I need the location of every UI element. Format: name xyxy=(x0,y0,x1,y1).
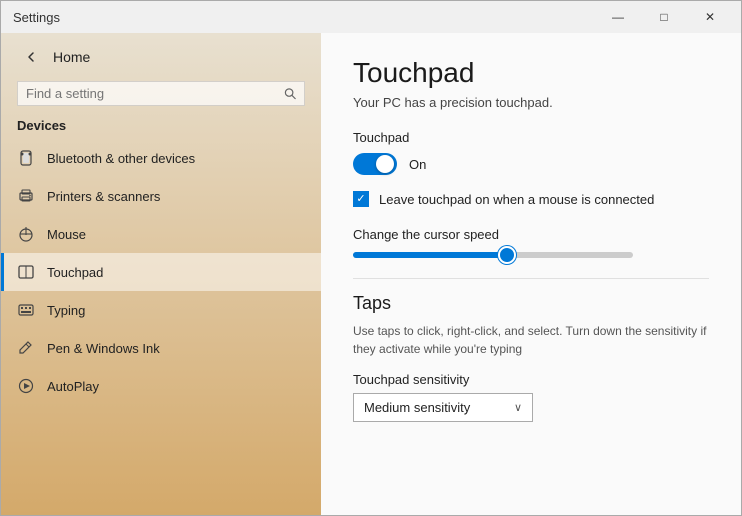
sidebar-item-pen[interactable]: Pen & Windows Ink xyxy=(1,329,321,367)
sensitivity-label: Touchpad sensitivity xyxy=(353,372,709,387)
sidebar-nav-top: Home xyxy=(1,33,321,81)
printer-icon xyxy=(17,187,35,205)
title-bar-left: Settings xyxy=(13,10,60,25)
page-subtitle: Your PC has a precision touchpad. xyxy=(353,95,709,110)
back-arrow-icon xyxy=(25,51,37,63)
taps-section-title: Taps xyxy=(353,293,709,314)
main-content: Home Devices xyxy=(1,33,741,515)
leave-touchpad-checkbox[interactable]: ✓ xyxy=(353,191,369,207)
maximize-button[interactable]: □ xyxy=(641,1,687,33)
mouse-icon xyxy=(17,225,35,243)
sidebar-item-typing[interactable]: Typing xyxy=(1,291,321,329)
sidebar-item-mouse[interactable]: Mouse xyxy=(1,215,321,253)
bluetooth-icon xyxy=(17,149,35,167)
slider-fill xyxy=(353,252,507,258)
typing-icon xyxy=(17,301,35,319)
slider-thumb[interactable] xyxy=(498,246,516,264)
back-button[interactable] xyxy=(17,43,45,71)
taps-description: Use taps to click, right-click, and sele… xyxy=(353,322,709,358)
sidebar-item-printers[interactable]: Printers & scanners xyxy=(1,177,321,215)
search-icon xyxy=(284,87,296,100)
autoplay-icon xyxy=(17,377,35,395)
search-input[interactable] xyxy=(26,86,278,101)
window-title: Settings xyxy=(13,10,60,25)
title-bar-controls: — □ ✕ xyxy=(595,1,733,33)
checkbox-label: Leave touchpad on when a mouse is connec… xyxy=(379,192,654,207)
checkbox-row: ✓ Leave touchpad on when a mouse is conn… xyxy=(353,191,709,207)
sidebar-item-touchpad[interactable]: Touchpad xyxy=(1,253,321,291)
sidebar-item-label-printers: Printers & scanners xyxy=(47,189,160,204)
cursor-speed-slider[interactable] xyxy=(353,252,633,258)
checkmark-icon: ✓ xyxy=(356,194,365,205)
sidebar-item-label-mouse: Mouse xyxy=(47,227,86,242)
close-button[interactable]: ✕ xyxy=(687,1,733,33)
dropdown-chevron-icon: ∨ xyxy=(514,401,522,414)
sidebar-item-label-touchpad: Touchpad xyxy=(47,265,103,280)
slider-label: Change the cursor speed xyxy=(353,227,709,242)
settings-window: Settings — □ ✕ Home xyxy=(0,0,742,516)
sensitivity-dropdown[interactable]: Medium sensitivity ∨ xyxy=(353,393,533,422)
touchpad-toggle[interactable] xyxy=(353,153,397,175)
toggle-row: On xyxy=(353,153,709,175)
toggle-knob xyxy=(376,155,394,173)
touchpad-icon xyxy=(17,263,35,281)
sidebar-item-label-pen: Pen & Windows Ink xyxy=(47,341,160,356)
sidebar: Home Devices xyxy=(1,33,321,515)
sidebar-item-label-autoplay: AutoPlay xyxy=(47,379,99,394)
slider-section: Change the cursor speed xyxy=(353,227,709,258)
sidebar-item-bluetooth[interactable]: Bluetooth & other devices xyxy=(1,139,321,177)
home-label: Home xyxy=(53,49,90,65)
pen-icon xyxy=(17,339,35,357)
sidebar-item-label-typing: Typing xyxy=(47,303,85,318)
title-bar: Settings — □ ✕ xyxy=(1,1,741,33)
toggle-on-label: On xyxy=(409,157,426,172)
search-box[interactable] xyxy=(17,81,305,106)
page-title: Touchpad xyxy=(353,57,709,89)
minimize-button[interactable]: — xyxy=(595,1,641,33)
sidebar-items: Bluetooth & other devices Printers & sca… xyxy=(1,139,321,515)
touchpad-section-label: Touchpad xyxy=(353,130,709,145)
sidebar-item-autoplay[interactable]: AutoPlay xyxy=(1,367,321,405)
sensitivity-value: Medium sensitivity xyxy=(364,400,470,415)
sidebar-item-label-bluetooth: Bluetooth & other devices xyxy=(47,151,195,166)
divider xyxy=(353,278,709,279)
sidebar-section-title: Devices xyxy=(1,114,321,139)
right-panel: Touchpad Your PC has a precision touchpa… xyxy=(321,33,741,515)
